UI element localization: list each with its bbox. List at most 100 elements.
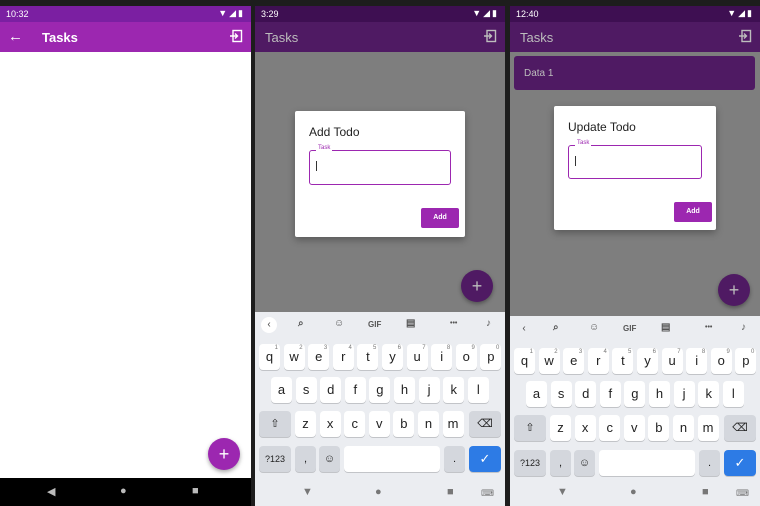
keyboard-switch-icon[interactable]: ⌨ [736,488,749,499]
key-i[interactable]: i8 [431,344,453,370]
key-j[interactable]: j [673,381,695,407]
key-c[interactable]: c [599,415,621,441]
key-n[interactable]: n [418,411,439,437]
nav-home-icon[interactable]: ● [630,486,637,498]
keyboard-back-icon[interactable]: ‹ [261,317,277,333]
list-item[interactable]: Data 1 [514,56,755,90]
exit-icon[interactable] [229,29,243,43]
backspace-key[interactable]: ⌫ [469,411,501,437]
nav-recents-icon[interactable]: ■ [447,486,454,498]
period-key[interactable]: . [444,446,465,472]
nav-hide-keyboard-icon[interactable]: ▼ [557,486,568,498]
key-u[interactable]: u7 [661,348,683,374]
key-g[interactable]: g [369,377,391,403]
emoji-key[interactable]: ☺ [319,446,340,472]
key-d[interactable]: d [575,381,597,407]
exit-icon[interactable] [738,29,752,43]
key-p[interactable]: p0 [735,348,757,374]
space-key[interactable] [344,446,440,472]
key-x[interactable]: x [574,415,596,441]
key-z[interactable]: z [550,415,571,441]
keyboard-back-icon[interactable]: ‹ [516,321,532,337]
mic-icon[interactable]: ♪ [741,322,746,333]
key-n[interactable]: n [673,415,694,441]
key-z[interactable]: z [295,411,316,437]
key-r[interactable]: r4 [332,344,354,370]
key-o[interactable]: o9 [455,344,477,370]
enter-key[interactable]: ✓ [724,450,756,476]
key-v[interactable]: v [368,411,390,437]
clipboard-icon[interactable]: ▤ [661,322,670,333]
key-l[interactable]: l [722,381,744,407]
task-input[interactable]: Task [309,145,451,185]
key-a[interactable]: a [271,377,292,403]
period-key[interactable]: . [699,450,720,476]
nav-recents-icon[interactable]: ■ [702,486,709,498]
comma-key[interactable]: , [550,450,571,476]
key-k[interactable]: k [698,381,720,407]
symbols-key[interactable]: ?123 [514,450,546,476]
nav-home-icon[interactable]: ● [375,486,382,498]
key-i[interactable]: i8 [686,348,708,374]
key-y[interactable]: y6 [637,348,658,374]
sticker-icon[interactable]: ☺ [334,318,344,329]
key-s[interactable]: s [550,381,572,407]
key-m[interactable]: m [697,415,719,441]
add-task-fab[interactable]: + [461,270,493,302]
arrow-back-icon[interactable]: ← [8,28,23,45]
key-a[interactable]: a [526,381,547,407]
key-f[interactable]: f [344,377,366,403]
key-j[interactable]: j [418,377,440,403]
search-icon[interactable]: ⌕ [298,318,304,329]
add-button[interactable]: Add [421,208,459,228]
shift-key[interactable]: ⇧ [514,415,546,441]
key-k[interactable]: k [443,377,465,403]
key-l[interactable]: l [467,377,489,403]
task-input[interactable]: Task [568,140,702,179]
key-o[interactable]: o9 [710,348,732,374]
keyboard-switch-icon[interactable]: ⌨ [481,488,494,499]
backspace-key[interactable]: ⌫ [724,415,756,441]
nav-back-icon[interactable]: ◀ [47,485,55,498]
key-u[interactable]: u7 [406,344,428,370]
key-q[interactable]: q1 [514,348,535,374]
clipboard-icon[interactable]: ▤ [406,318,415,329]
add-task-fab[interactable]: + [718,274,750,306]
space-key[interactable] [599,450,695,476]
gif-button[interactable]: GIF [623,324,636,333]
exit-icon[interactable] [483,29,497,43]
enter-key[interactable]: ✓ [469,446,501,472]
key-w[interactable]: w2 [538,348,560,374]
key-b[interactable]: b [393,411,415,437]
comma-key[interactable]: , [295,446,316,472]
add-button[interactable]: Add [674,202,712,222]
key-r[interactable]: r4 [587,348,609,374]
key-h[interactable]: h [649,381,670,407]
more-icon[interactable]: ••• [705,324,712,331]
add-task-fab[interactable]: + [208,438,240,470]
key-v[interactable]: v [623,415,645,441]
sticker-icon[interactable]: ☺ [589,322,599,333]
key-t[interactable]: t5 [357,344,379,370]
key-d[interactable]: d [320,377,342,403]
key-x[interactable]: x [319,411,341,437]
nav-recents-icon[interactable]: ■ [192,485,199,497]
key-s[interactable]: s [295,377,317,403]
key-c[interactable]: c [344,411,366,437]
key-h[interactable]: h [394,377,415,403]
key-g[interactable]: g [624,381,646,407]
shift-key[interactable]: ⇧ [259,411,291,437]
key-q[interactable]: q1 [259,344,280,370]
key-p[interactable]: p0 [480,344,502,370]
gif-button[interactable]: GIF [368,320,381,329]
mic-icon[interactable]: ♪ [486,318,491,329]
key-e[interactable]: e3 [563,348,585,374]
nav-hide-keyboard-icon[interactable]: ▼ [302,486,313,498]
symbols-key[interactable]: ?123 [259,446,291,472]
search-icon[interactable]: ⌕ [553,322,559,333]
key-f[interactable]: f [599,381,621,407]
key-y[interactable]: y6 [382,344,403,370]
key-w[interactable]: w2 [283,344,305,370]
key-t[interactable]: t5 [612,348,634,374]
key-e[interactable]: e3 [308,344,330,370]
